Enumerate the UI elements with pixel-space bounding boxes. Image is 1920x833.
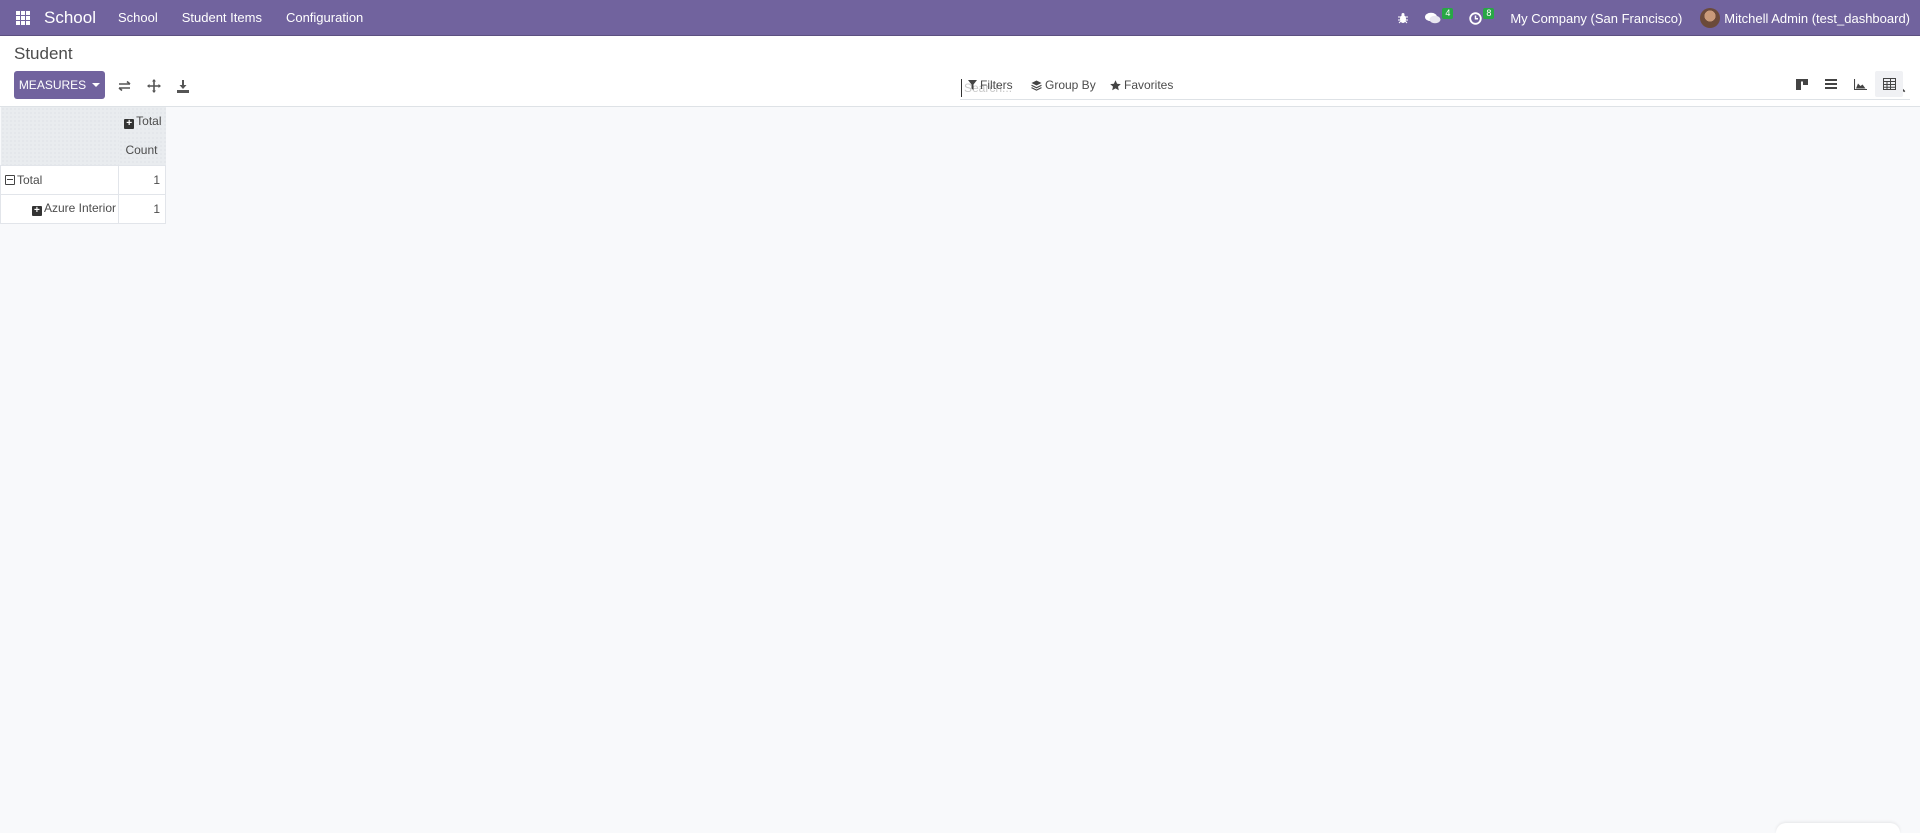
chat-icon: [1425, 12, 1441, 24]
debug-bug-icon[interactable]: [1397, 12, 1409, 24]
download-icon[interactable]: [175, 78, 191, 94]
list-icon: [1825, 79, 1837, 89]
caret-down-icon: [92, 83, 101, 87]
filters-button[interactable]: Filters: [968, 78, 1013, 92]
row-label: Azure Interior: [43, 201, 116, 215]
pivot-row-header-azure-interior[interactable]: + Azure Interior: [0, 193, 119, 224]
view-graph-button[interactable]: [1846, 71, 1874, 97]
messages-badge: 4: [1442, 7, 1454, 19]
row-label: Total: [17, 172, 43, 187]
col-header-label: Total: [136, 114, 162, 128]
area-chart-icon: [1853, 78, 1867, 90]
pivot-measure-header: Count: [118, 136, 166, 165]
menu-configuration[interactable]: Configuration: [286, 10, 363, 25]
pivot-cell[interactable]: 1: [118, 193, 166, 224]
page-title: Student: [14, 44, 73, 63]
menu-school[interactable]: School: [118, 10, 158, 25]
pivot-row-header-total[interactable]: Total: [0, 164, 119, 195]
apps-menu-icon[interactable]: [16, 10, 30, 25]
filters-label: Filters: [980, 78, 1013, 92]
menu-student-items[interactable]: Student Items: [182, 10, 262, 25]
filter-icon: [968, 80, 977, 90]
messages-button[interactable]: 4: [1425, 7, 1454, 24]
company-switcher[interactable]: My Company (San Francisco): [1510, 11, 1682, 26]
pivot-cell[interactable]: 1: [118, 164, 166, 195]
app-brand[interactable]: School: [44, 8, 96, 28]
favorites-label: Favorites: [1124, 78, 1174, 92]
search-input[interactable]: [961, 79, 1881, 97]
control-panel: Student MEASURES Filters Group By Favori…: [0, 36, 1920, 107]
user-avatar[interactable]: [1700, 8, 1721, 28]
group-by-label: Group By: [1045, 78, 1096, 92]
activities-button[interactable]: 8: [1469, 7, 1495, 25]
measures-button[interactable]: MEASURES: [14, 71, 105, 99]
navbar-systray: 4 8 My Company (San Francisco) Mitchell …: [1397, 0, 1910, 36]
view-list-button[interactable]: [1817, 71, 1845, 97]
view-pivot-button[interactable]: [1875, 71, 1903, 97]
bottom-tab-handle[interactable]: [1776, 823, 1900, 833]
layers-icon: [1031, 80, 1042, 91]
star-icon: [1110, 79, 1121, 90]
kanban-icon: [1796, 78, 1808, 90]
plus-square-icon: +: [31, 206, 42, 216]
top-navbar: School School Student Items Configuratio…: [0, 0, 1920, 36]
user-menu[interactable]: Mitchell Admin (test_dashboard): [1724, 11, 1910, 26]
pivot-corner: [0, 107, 119, 165]
pivot-table: + Total Count Total 1 + Azure Interior 1: [0, 107, 166, 224]
plus-square-icon: +: [124, 119, 135, 129]
favorites-button[interactable]: Favorites: [1110, 78, 1173, 92]
measures-label: MEASURES: [18, 78, 87, 92]
activities-badge: 8: [1483, 7, 1495, 19]
pivot-table-icon: [1882, 78, 1896, 90]
expand-all-icon[interactable]: [146, 78, 162, 94]
minus-square-icon: [5, 174, 15, 185]
pivot-col-header-total[interactable]: + Total: [118, 107, 166, 136]
flip-axis-icon[interactable]: [117, 78, 133, 94]
view-kanban-button[interactable]: [1788, 71, 1816, 97]
clock-icon: [1469, 11, 1483, 25]
group-by-button[interactable]: Group By: [1031, 78, 1096, 92]
